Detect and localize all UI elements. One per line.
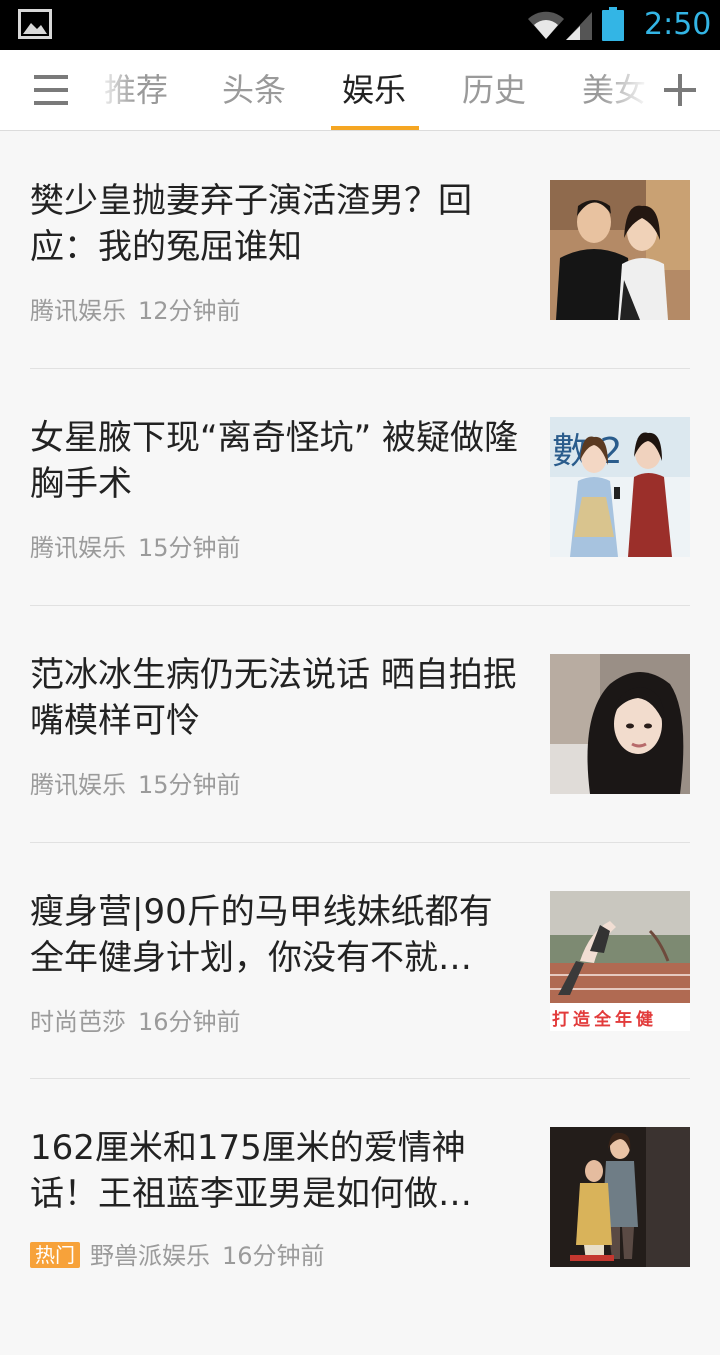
status-bar: 2:50 bbox=[0, 0, 720, 50]
scroll-fade-right bbox=[600, 50, 650, 130]
active-tab-indicator bbox=[331, 126, 419, 130]
channel-tab-bar: 推荐 头条 娱乐 历史 美女 bbox=[0, 50, 720, 131]
news-meta: 腾讯娱乐 15分钟前 bbox=[30, 533, 241, 563]
news-time: 15分钟前 bbox=[138, 534, 241, 562]
news-title: 瘦身营|90斤的马甲线妹纸都有全年健身计划，你没有不就… bbox=[30, 892, 493, 978]
scroll-fade-left bbox=[96, 50, 136, 130]
news-item[interactable]: 瘦身营|90斤的马甲线妹纸都有全年健身计划，你没有不就… 时尚芭莎 16分钟前 打… bbox=[0, 883, 720, 1119]
news-source: 腾讯娱乐 bbox=[30, 534, 126, 562]
news-meta: 热门 野兽派娱乐 16分钟前 bbox=[30, 1241, 325, 1271]
gallery-notification-icon bbox=[18, 9, 52, 39]
news-item[interactable]: 女星腋下现“离奇怪坑” 被疑做隆胸手术 腾讯娱乐 15分钟前 數 2 1 bbox=[0, 409, 720, 645]
list-divider bbox=[30, 1078, 690, 1079]
news-thumbnail bbox=[550, 180, 690, 320]
news-title: 樊少皇抛妻弃子演活渣男？回应：我的冤屈谁知 bbox=[30, 181, 472, 267]
news-time: 15分钟前 bbox=[138, 771, 241, 799]
plus-icon-vertical bbox=[678, 74, 682, 106]
hot-badge: 热门 bbox=[30, 1242, 80, 1268]
news-source: 腾讯娱乐 bbox=[30, 297, 126, 325]
list-divider bbox=[30, 368, 690, 369]
news-item[interactable]: 162厘米和175厘米的爱情神话！王祖蓝李亚男是如何做… 热门 野兽派娱乐 16分钟… bbox=[0, 1119, 720, 1355]
wifi-icon bbox=[528, 11, 564, 39]
news-thumbnail: 打造全年健 bbox=[550, 891, 690, 1031]
news-source: 野兽派娱乐 bbox=[90, 1242, 210, 1270]
news-title: 162厘米和175厘米的爱情神话！王祖蓝李亚男是如何做… bbox=[30, 1128, 472, 1214]
news-meta: 腾讯娱乐 15分钟前 bbox=[30, 770, 241, 800]
list-divider bbox=[30, 842, 690, 843]
news-time: 16分钟前 bbox=[222, 1242, 325, 1270]
news-meta: 腾讯娱乐 12分钟前 bbox=[30, 296, 241, 326]
news-source: 时尚芭莎 bbox=[30, 1008, 126, 1036]
news-time: 16分钟前 bbox=[138, 1008, 241, 1036]
news-source: 腾讯娱乐 bbox=[30, 771, 126, 799]
news-title: 范冰冰生病仍无法说话 晒自拍抿嘴模样可怜 bbox=[30, 655, 517, 741]
cell-signal-icon bbox=[566, 12, 592, 40]
thumb-caption: 打造全年健 bbox=[552, 1009, 657, 1030]
hamburger-menu-icon[interactable] bbox=[34, 75, 68, 105]
news-time: 12分钟前 bbox=[138, 297, 241, 325]
tab-history[interactable]: 历史 bbox=[462, 50, 526, 130]
list-divider bbox=[30, 605, 690, 606]
battery-icon bbox=[602, 7, 624, 41]
tab-entertainment[interactable]: 娱乐 bbox=[342, 50, 406, 130]
news-thumbnail bbox=[550, 654, 690, 794]
news-title: 女星腋下现“离奇怪坑” 被疑做隆胸手术 bbox=[30, 418, 519, 504]
news-meta: 时尚芭莎 16分钟前 bbox=[30, 1007, 241, 1037]
tab-headlines[interactable]: 头条 bbox=[222, 50, 286, 130]
add-channel-button[interactable] bbox=[650, 50, 720, 130]
news-item[interactable]: 樊少皇抛妻弃子演活渣男？回应：我的冤屈谁知 腾讯娱乐 12分钟前 bbox=[0, 172, 720, 408]
news-thumbnail bbox=[550, 1127, 690, 1267]
news-item[interactable]: 范冰冰生病仍无法说话 晒自拍抿嘴模样可怜 腾讯娱乐 15分钟前 bbox=[0, 646, 720, 882]
news-thumbnail: 數 2 1 bbox=[550, 417, 690, 557]
clock-time: 2:50 bbox=[644, 7, 712, 42]
